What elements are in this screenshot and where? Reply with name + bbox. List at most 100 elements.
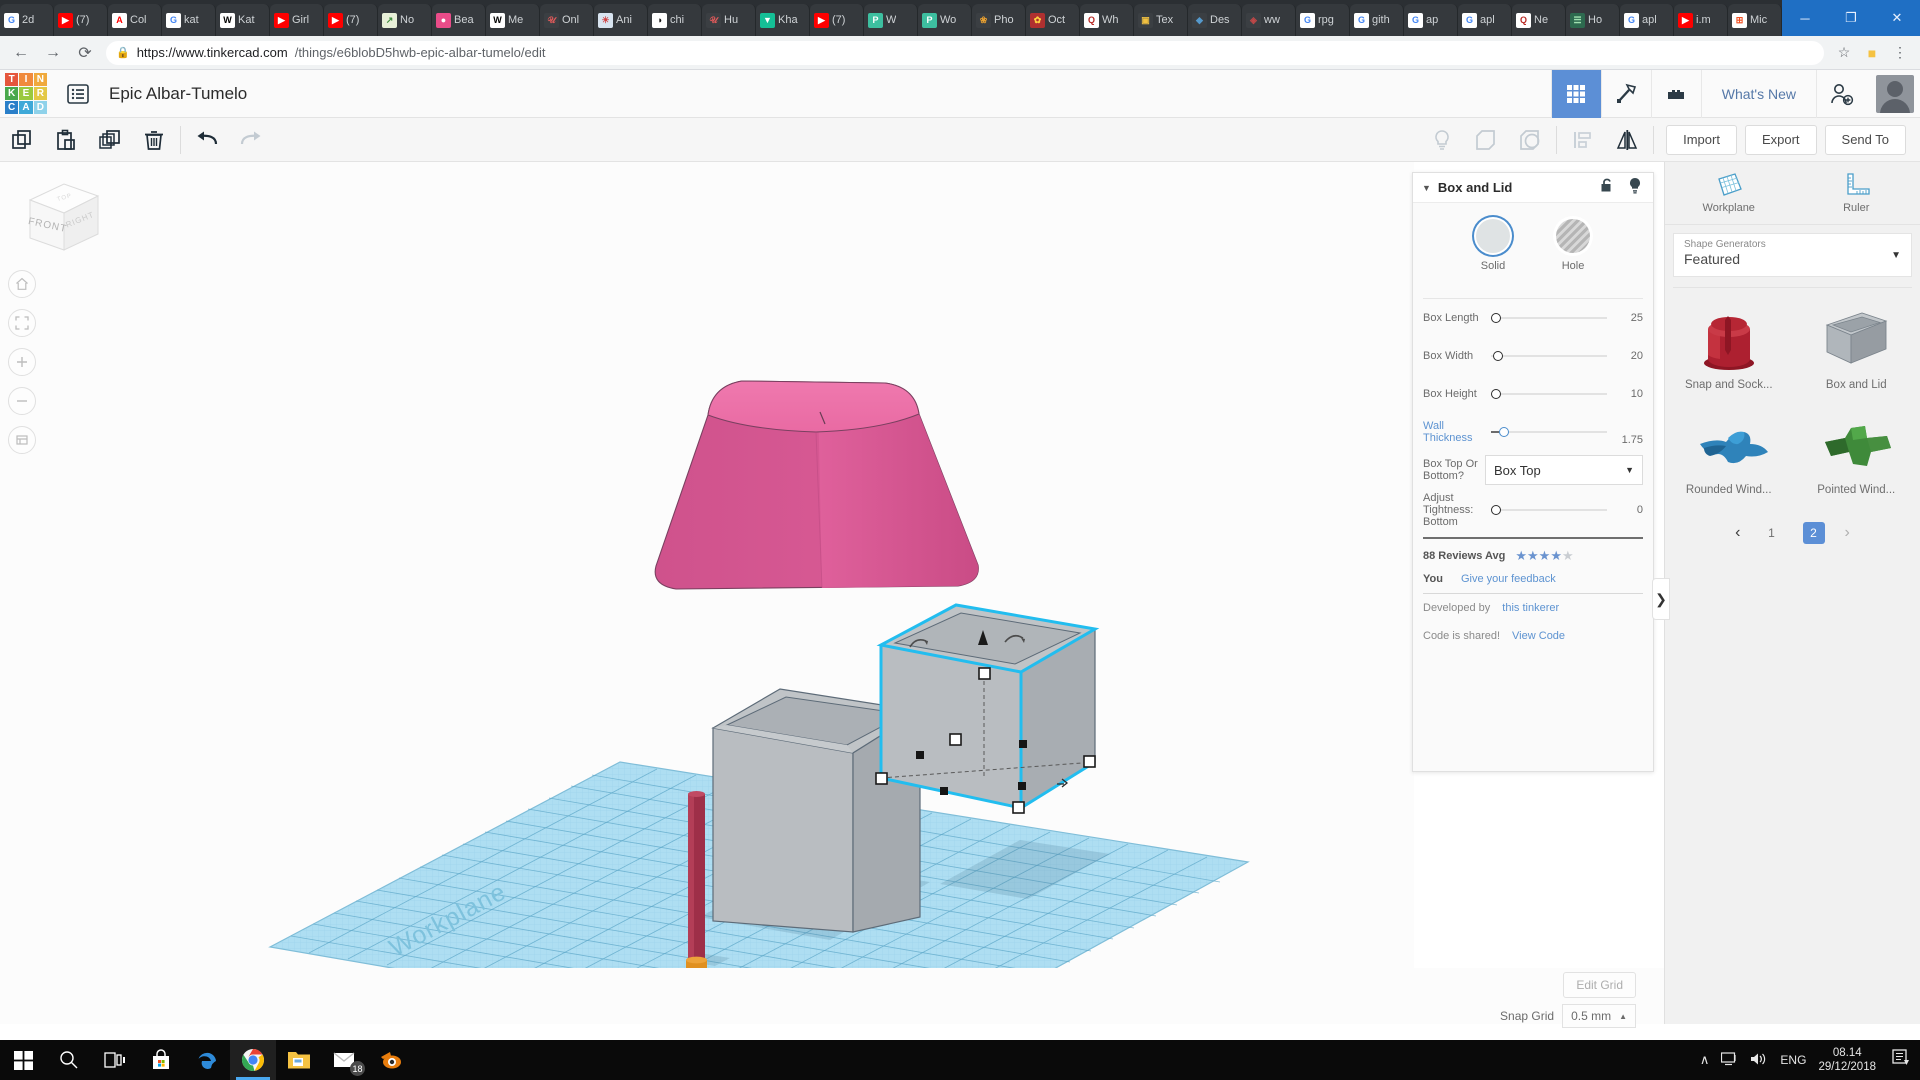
browser-tab[interactable]: 𝒰 Hu [702,4,756,36]
sendto-button[interactable]: Send To [1824,124,1906,155]
show-hidden-icons-button[interactable]: ∧ [1700,1052,1710,1068]
page-1-button[interactable]: 1 [1761,526,1783,540]
address-bar[interactable]: 🔒 https://www.tinkercad.com/things/e6blo… [106,40,1824,65]
grey-box-selected[interactable] [875,603,1100,814]
menu-icon[interactable]: ⋮ [1890,43,1910,63]
redo-button[interactable] [229,118,273,162]
browser-tab[interactable]: ☰ Ho [1566,4,1620,36]
browser-tab[interactable]: ◈ ww [1242,4,1296,36]
box-top-bottom-select[interactable]: Box Top ▼ [1485,455,1643,485]
browser-tab[interactable]: ● Bea [432,4,486,36]
align-button[interactable] [1561,118,1605,162]
star-icon[interactable]: ☆ [1834,43,1854,63]
task-view-button[interactable] [92,1040,138,1080]
browser-tab[interactable]: Gap [1404,4,1458,36]
star-rating[interactable]: ★★★★★ [1515,547,1573,565]
browser-tab[interactable]: PW [864,4,918,36]
window-close-button[interactable]: ✕ [1874,0,1920,36]
import-button[interactable]: Import [1666,124,1737,155]
light-bulb-icon[interactable] [1628,177,1642,199]
box-length-value[interactable]: 25 [1613,312,1643,324]
browser-tab[interactable]: ▶ i.m [1674,4,1728,36]
box-height-slider[interactable] [1491,387,1607,401]
scene-canvas[interactable]: Workplane [0,162,1414,1024]
shape-item-rounded-windmill[interactable]: Rounded Wind... [1665,404,1793,514]
start-button[interactable] [0,1040,46,1080]
browser-tab[interactable]: ▶ (7) [810,4,864,36]
shape-generators-select[interactable]: Shape Generators Featured ▼ [1673,233,1912,277]
browser-tab[interactable]: Q Ne [1512,4,1566,36]
browser-tab[interactable]: ▼ Kha [756,4,810,36]
avatar[interactable] [1876,74,1914,113]
language-indicator[interactable]: ENG [1780,1053,1806,1067]
list-menu-icon[interactable] [61,77,95,111]
wall-thickness-value[interactable]: 1.75 [1613,434,1643,451]
window-maximize-button[interactable]: ❐ [1828,0,1874,36]
whats-new-link[interactable]: What's New [1700,69,1816,118]
add-person-icon[interactable] [1816,69,1866,118]
undo-button[interactable] [185,118,229,162]
chrome-button[interactable] [230,1040,276,1080]
next-page-button[interactable]: › [1845,524,1850,542]
browser-tab[interactable]: A Col [108,4,162,36]
chevron-down-icon[interactable]: ▼ [1422,183,1431,193]
browser-tab[interactable]: Gapl [1620,4,1674,36]
forward-button[interactable]: → [42,42,64,64]
browser-tab[interactable]: W Me [486,4,540,36]
shape-item-snap-and-socket[interactable]: Snap and Sock... [1665,294,1793,404]
ungroup-button[interactable] [1508,118,1552,162]
box-length-slider[interactable] [1491,311,1607,325]
browser-tab[interactable]: Grpg [1296,4,1350,36]
solid-option[interactable]: Solid [1476,219,1510,272]
box-width-slider[interactable] [1491,349,1607,363]
browser-tab[interactable]: ☀ Ani [594,4,648,36]
ruler-tool[interactable]: Ruler [1793,162,1920,224]
prev-page-button[interactable]: ‹ [1735,524,1740,542]
reload-button[interactable]: ⟳ [74,42,96,64]
3d-viewport[interactable]: FRONT RIGHT TOP Workplane [0,162,1414,1024]
developer-link[interactable]: this tinkerer [1502,602,1559,614]
pickaxe-button[interactable] [1600,69,1651,118]
edge-button[interactable] [184,1040,230,1080]
slider-knob[interactable] [1499,427,1509,437]
box-width-value[interactable]: 20 [1613,350,1643,362]
wall-thickness-label[interactable]: Wall Thickness [1423,420,1485,444]
extension-icon[interactable]: ■ [1862,43,1882,63]
pink-lid[interactable] [654,380,979,590]
mirror-button[interactable] [1605,118,1649,162]
browser-tab[interactable]: Gapl [1458,4,1512,36]
edit-grid-button[interactable]: Edit Grid [1563,972,1636,998]
browser-tab[interactable]: ✿ Oct [1026,4,1080,36]
box-height-value[interactable]: 10 [1613,388,1643,400]
shape-item-pointed-windmill[interactable]: Pointed Wind... [1793,404,1920,514]
browser-tab[interactable]: G 2d [0,4,54,36]
slider-knob[interactable] [1491,313,1501,323]
browser-tab[interactable]: ↗ No [378,4,432,36]
blender-button[interactable] [368,1040,414,1080]
explorer-button[interactable] [276,1040,322,1080]
light-bulb-button[interactable] [1420,118,1464,162]
view-code-link[interactable]: View Code [1512,630,1565,642]
grid-view-button[interactable] [1550,69,1601,118]
shape-item-box-and-lid[interactable]: Box and Lid [1793,294,1920,404]
browser-tab[interactable]: ▣ Tex [1134,4,1188,36]
store-button[interactable] [138,1040,184,1080]
tinkercad-logo[interactable]: TINKERCAD [5,72,47,115]
copy-button[interactable] [0,118,44,162]
browser-tab[interactable]: Ggith [1350,4,1404,36]
browser-tab[interactable]: W Kat [216,4,270,36]
back-button[interactable]: ← [10,42,32,64]
page-2-button[interactable]: 2 [1802,522,1825,544]
adjust-tightness-slider[interactable] [1491,503,1607,517]
browser-tab[interactable]: ◆ Des [1188,4,1242,36]
browser-tab[interactable]: Gkat [162,4,216,36]
browser-tab[interactable]: ⊞ Mic [1728,4,1782,36]
wall-thickness-slider[interactable] [1491,425,1607,439]
hole-option[interactable]: Hole [1556,219,1590,272]
browser-tab[interactable]: ❀ Pho [972,4,1026,36]
browser-tab[interactable]: ◑ chi [648,4,702,36]
search-button[interactable] [46,1040,92,1080]
mail-button[interactable]: 18 [322,1040,368,1080]
window-minimize-button[interactable]: ─ [1782,0,1828,36]
volume-icon[interactable] [1750,1052,1768,1069]
